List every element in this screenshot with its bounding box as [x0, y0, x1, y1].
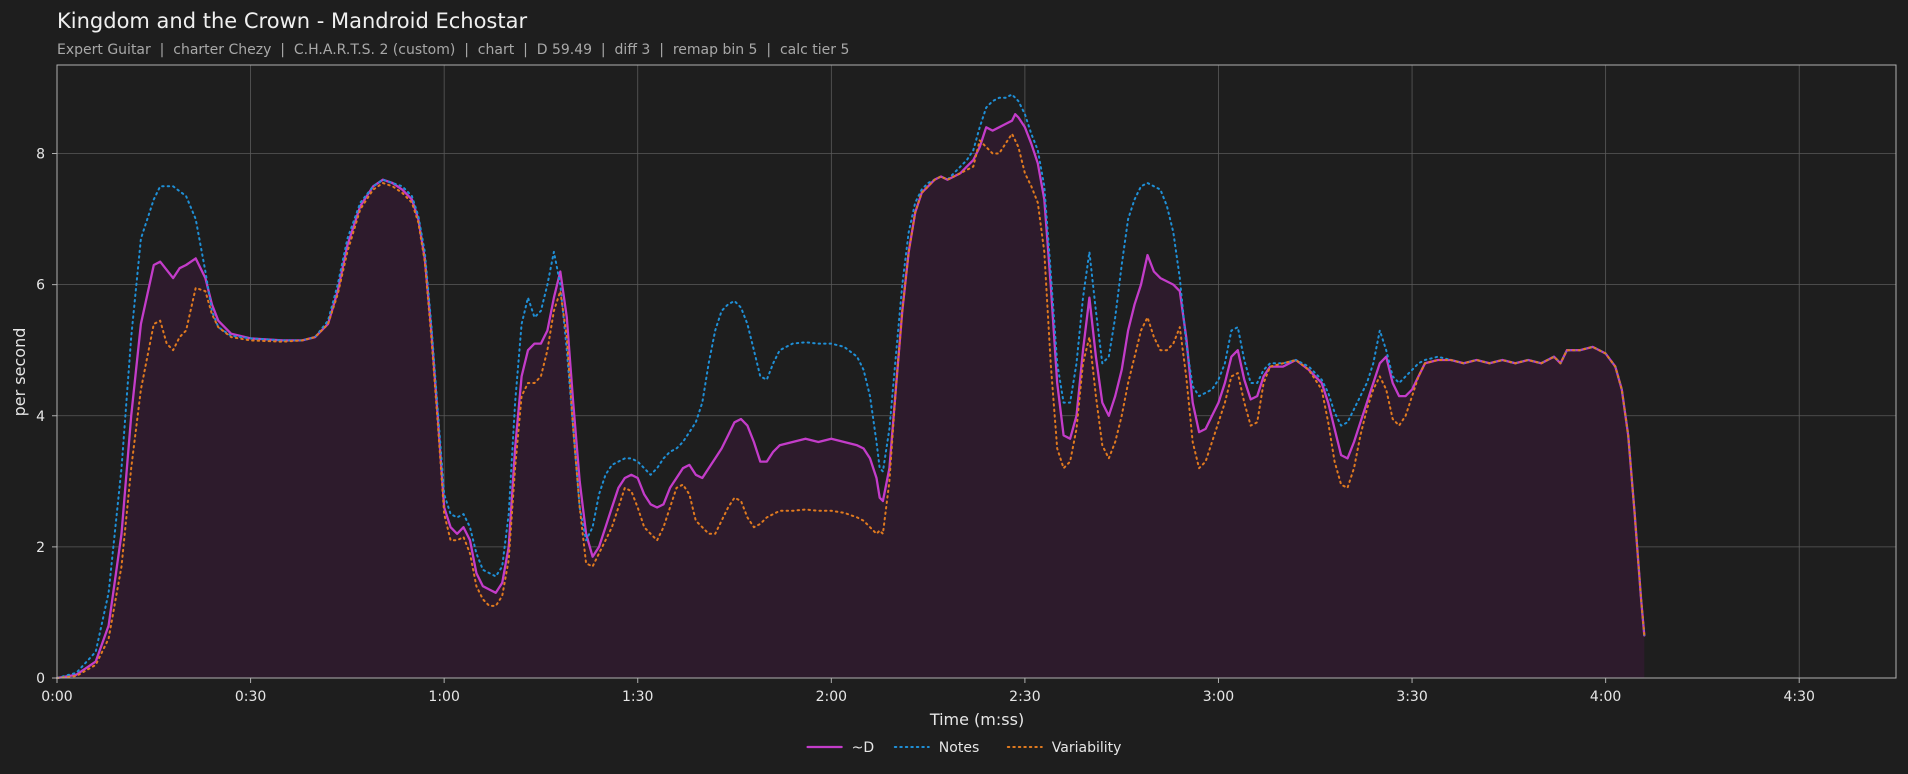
chart-title: Kingdom and the Crown - Mandroid Echosta… — [57, 9, 527, 33]
legend: ~D Notes Variability — [806, 740, 1122, 756]
y-tick-label: 2 — [36, 540, 45, 556]
chart: Kingdom and the Crown - Mandroid Echosta… — [0, 0, 1908, 774]
chart-subtitle: Expert Guitar | charter Chezy | C.H.A.R.… — [57, 42, 849, 58]
legend-label: ~D — [852, 740, 875, 756]
legend-label: Notes — [939, 740, 979, 756]
x-tick-label: 4:00 — [1590, 689, 1621, 705]
y-tick-label: 8 — [36, 147, 45, 163]
x-tick-label: 1:00 — [428, 689, 459, 705]
x-tick-label: 2:30 — [1009, 689, 1040, 705]
y-axis-label: per second — [10, 328, 29, 417]
y-tick-label: 6 — [36, 278, 45, 294]
x-tick-label: 3:30 — [1396, 689, 1427, 705]
x-tick-label: 3:00 — [1203, 689, 1234, 705]
y-tick-label: 4 — [36, 409, 45, 425]
legend-label: Variability — [1052, 740, 1122, 756]
x-tick-label: 2:00 — [816, 689, 847, 705]
y-tick-label: 0 — [36, 671, 45, 687]
x-tick-label: 4:30 — [1783, 689, 1814, 705]
x-tick-label: 0:00 — [41, 689, 72, 705]
x-tick-label: 1:30 — [622, 689, 653, 705]
x-axis-label: Time (m:ss) — [929, 710, 1024, 729]
x-tick-label: 0:30 — [235, 689, 266, 705]
